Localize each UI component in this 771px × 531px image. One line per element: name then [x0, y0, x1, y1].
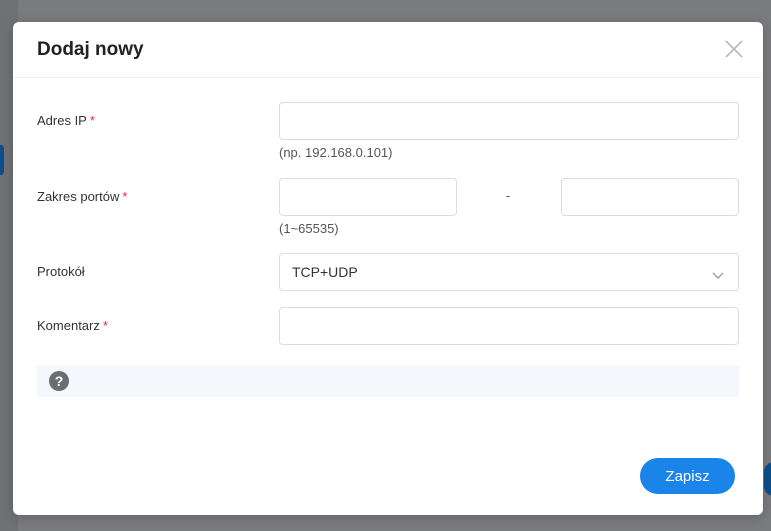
ip-address-hint: (np. 192.168.0.101) — [279, 145, 393, 160]
port-range-hint: (1~65535) — [279, 221, 339, 236]
required-mark: * — [89, 113, 95, 128]
required-mark: * — [102, 318, 108, 333]
help-bar: ? — [37, 365, 739, 397]
port-to-input[interactable] — [561, 178, 739, 216]
ip-address-label-text: Adres IP — [37, 113, 87, 128]
required-mark: * — [122, 189, 128, 204]
protocol-selected-value: TCP+UDP — [292, 264, 358, 280]
close-icon[interactable] — [723, 38, 745, 60]
chevron-down-icon — [712, 267, 724, 279]
protocol-select[interactable]: TCP+UDP — [279, 253, 739, 291]
port-range-label-text: Zakres portów — [37, 189, 120, 204]
background-floating-button — [764, 462, 771, 496]
port-from-input[interactable] — [279, 178, 457, 216]
protocol-label: Protokół — [37, 264, 85, 279]
save-button[interactable]: Zapisz — [640, 458, 735, 494]
dialog-header: Dodaj nowy — [13, 22, 763, 78]
port-range-label: Zakres portów * — [37, 189, 127, 204]
dialog-title: Dodaj nowy — [37, 39, 144, 60]
add-new-dialog: Dodaj nowy Adres IP * (np. 192.168.0.101)… — [13, 22, 763, 515]
comment-label-text: Komentarz — [37, 318, 100, 333]
background-tab-indicator — [0, 145, 4, 175]
ip-address-label: Adres IP * — [37, 113, 95, 128]
ip-address-input[interactable] — [279, 102, 739, 140]
comment-label: Komentarz * — [37, 318, 108, 333]
comment-input[interactable] — [279, 307, 739, 345]
help-icon[interactable]: ? — [49, 371, 69, 391]
port-range-separator: - — [506, 188, 511, 203]
